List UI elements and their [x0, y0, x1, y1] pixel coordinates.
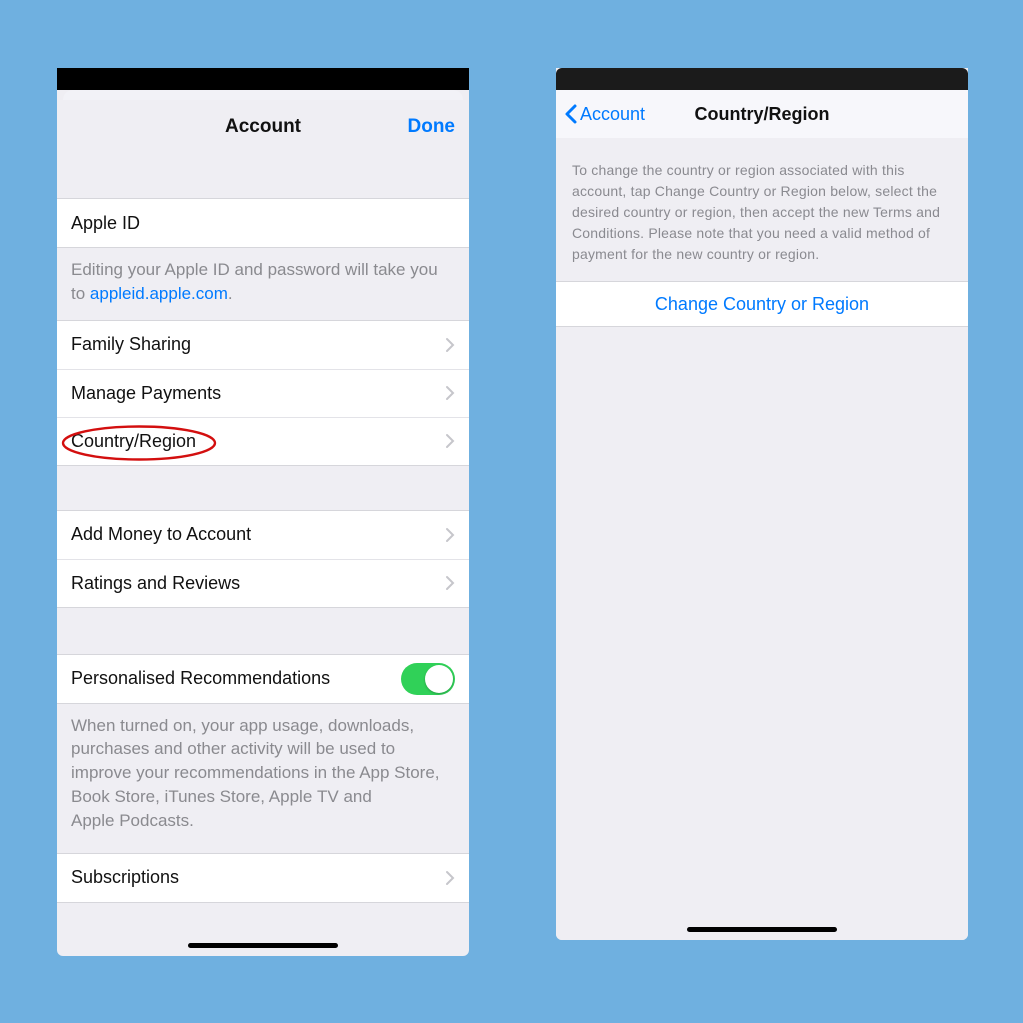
chevron-right-icon — [445, 575, 455, 591]
modal-header: Account Done — [57, 100, 469, 154]
toggle-knob — [425, 665, 453, 693]
list-item-label: Ratings and Reviews — [71, 573, 240, 594]
add-money-row[interactable]: Add Money to Account — [57, 511, 469, 559]
back-button[interactable]: Account — [562, 103, 645, 125]
recs-label: Personalised Recommendations — [71, 668, 330, 689]
modal-title: Account — [225, 116, 301, 138]
chevron-left-icon — [562, 103, 580, 125]
apple-id-section: Apple ID — [57, 198, 469, 248]
change-country-button[interactable]: Change Country or Region — [556, 281, 968, 327]
apple-id-row[interactable]: Apple ID — [57, 199, 469, 247]
chevron-right-icon — [445, 433, 455, 449]
apple-id-footer: Editing your Apple ID and password will … — [57, 248, 469, 320]
personalised-recs-row: Personalised Recommendations — [57, 655, 469, 703]
nav-header: Account Country/Region — [556, 90, 968, 138]
subscriptions-section: Subscriptions — [57, 853, 469, 903]
chevron-right-icon — [445, 385, 455, 401]
list-item-label: Add Money to Account — [71, 524, 251, 545]
manage-payments-row[interactable]: Manage Payments — [57, 369, 469, 417]
country-region-row[interactable]: Country/Region — [57, 417, 469, 465]
sheet-behind — [63, 90, 463, 100]
list-item-label: Manage Payments — [71, 383, 221, 404]
nav-title: Country/Region — [695, 104, 830, 125]
recs-toggle[interactable] — [401, 663, 455, 695]
subscriptions-row[interactable]: Subscriptions — [57, 854, 469, 902]
account-links-b: Add Money to Account Ratings and Reviews — [57, 510, 469, 608]
status-bar — [556, 68, 968, 92]
done-button[interactable]: Done — [408, 116, 456, 138]
family-sharing-row[interactable]: Family Sharing — [57, 321, 469, 369]
content: Account Country/Region To change the cou… — [556, 90, 968, 940]
account-links-a: Family Sharing Manage Payments Country/R… — [57, 320, 469, 466]
back-label: Account — [580, 104, 645, 125]
spacer — [57, 154, 469, 198]
status-bar — [57, 68, 469, 90]
account-sheet: Account Done Apple ID Editing your Apple… — [57, 100, 469, 903]
change-country-label: Change Country or Region — [655, 294, 869, 315]
home-indicator — [687, 927, 837, 932]
spacer — [57, 466, 469, 510]
chevron-right-icon — [445, 337, 455, 353]
apple-id-footer-suffix: . — [228, 284, 233, 303]
chevron-right-icon — [445, 870, 455, 886]
account-screen: Account Done Apple ID Editing your Apple… — [57, 68, 469, 956]
recommendations-section: Personalised Recommendations — [57, 654, 469, 704]
list-item-label: Subscriptions — [71, 867, 179, 888]
list-item-label: Family Sharing — [71, 334, 191, 355]
ratings-reviews-row[interactable]: Ratings and Reviews — [57, 559, 469, 607]
list-item-label: Country/Region — [71, 431, 196, 452]
country-region-screen: Account Country/Region To change the cou… — [556, 68, 968, 940]
recs-footer: When turned on, your app usage, download… — [57, 704, 469, 847]
chevron-right-icon — [445, 527, 455, 543]
spacer — [57, 608, 469, 654]
apple-id-label: Apple ID — [71, 213, 140, 234]
apple-id-link[interactable]: appleid.apple.com — [90, 284, 228, 303]
home-indicator — [188, 943, 338, 948]
instruction-text: To change the country or region associat… — [556, 138, 968, 281]
